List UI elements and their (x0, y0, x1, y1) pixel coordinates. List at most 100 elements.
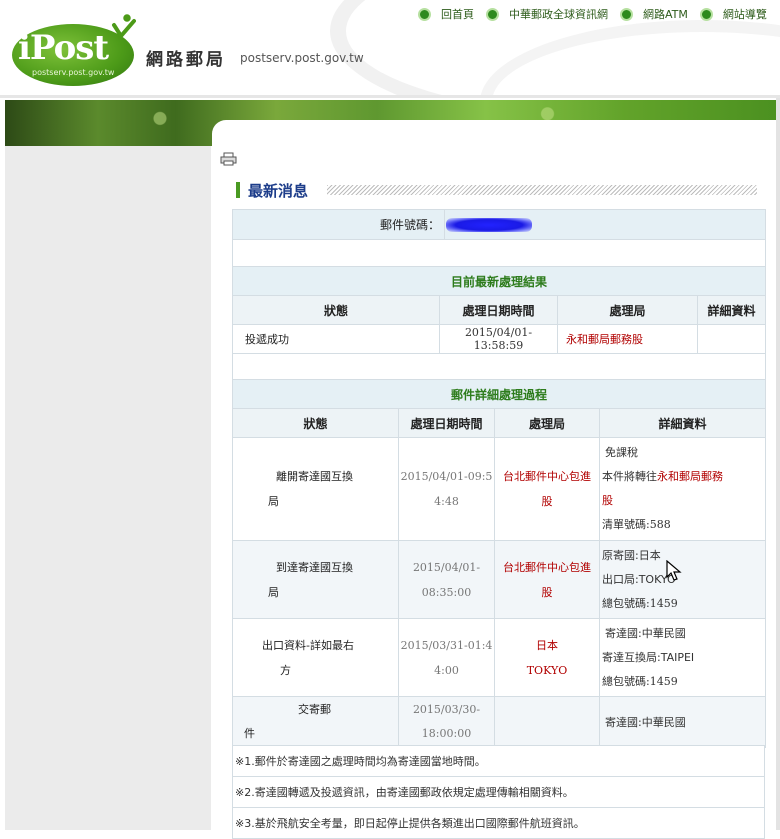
nav-chunghwa-post-link[interactable]: 中華郵政全球資訊網 (486, 6, 608, 22)
datetime-line: 4:48 (434, 495, 459, 508)
note-item: ※1.郵件於寄達國之處理時間均為寄達國當地時間。 (232, 745, 765, 777)
latest-status: 投遞成功 (232, 324, 440, 354)
nav-label: 網路ATM (643, 8, 688, 21)
history-status: 到達寄達國互換 局 (232, 540, 399, 619)
latest-col-status: 狀態 (232, 295, 440, 325)
detail-line: 本件將轉往 (602, 470, 657, 483)
detail-line: 總包號碼:1459 (602, 674, 678, 688)
top-navigation: 回首頁 中華郵政全球資訊網 網路ATM 網站導覽 (418, 6, 779, 22)
latest-result-title: 目前最新處理結果 (231, 266, 767, 296)
detail-line: 寄達國:中華民國 (605, 716, 686, 729)
history-datetime: 2015/04/01-09:5 4:48 (398, 437, 495, 541)
latest-spacer-row (231, 353, 767, 382)
history-title: 郵件詳細處理過程 (231, 379, 767, 409)
history-col-detail: 詳細資料 (598, 408, 767, 438)
section-title: 最新消息 (248, 182, 309, 200)
datetime-line: 2015/03/31-01:4 (400, 638, 493, 652)
history-status: 出口資料-詳如最右 方 (232, 618, 399, 697)
nav-sitemap-link[interactable]: 網站導覽 (699, 6, 767, 22)
print-icon[interactable] (220, 152, 238, 166)
detail-line: 寄達國:中華民國 (605, 626, 686, 640)
history-office: 台北郵件中心包進 股 (494, 540, 600, 619)
history-col-datetime: 處理日期時間 (398, 408, 495, 438)
history-datetime: 2015/04/01- 08:35:00 (398, 540, 495, 619)
site-title: 網路郵局 (146, 50, 226, 70)
status-line: 局 (268, 495, 279, 508)
nav-bullet-icon (418, 7, 431, 21)
history-detail: 免課稅 本件將轉往永和郵局郵務 股 清單號碼:588 (598, 437, 767, 541)
datetime-line: 2015/04/01- (412, 560, 481, 574)
note-item: ※2.寄達國轉遞及投遞資訊，由寄達國郵政依規定處理傳輸相關資料。 (232, 776, 765, 808)
office-line: 股 (541, 495, 553, 508)
status-line: 方 (280, 663, 291, 677)
detail-line: 原寄國:日本 (602, 548, 661, 562)
history-col-status: 狀態 (232, 408, 399, 438)
ipost-logo[interactable]: iPost postserv.post.gov.tw (12, 10, 136, 86)
history-office: 台北郵件中心包進 股 (494, 437, 600, 541)
history-status: 交寄郵 件 (232, 696, 399, 748)
table-row: 交寄郵 件 2015/03/30- 18:00:00 寄達國:中華民國 (232, 696, 767, 748)
nav-bullet-icon (699, 7, 713, 21)
office-line: TOKYO (526, 663, 568, 677)
office-line: 台北郵件中心包進 (503, 560, 591, 574)
history-office: 日本 TOKYO (494, 618, 600, 697)
datetime-line: 18:00:00 (421, 727, 472, 740)
office-line: 日本 (536, 638, 558, 652)
nav-atm-link[interactable]: 網路ATM (620, 6, 688, 22)
table-row: 投遞成功 2015/04/01-13:58:59 永和郵局郵務股 (232, 324, 767, 354)
content-top-corner (212, 120, 780, 150)
latest-datetime: 2015/04/01-13:58:59 (439, 324, 558, 354)
latest-detail (696, 324, 767, 354)
tracking-label: 郵件號碼： (232, 209, 445, 240)
note-item: ※3.基於飛航安全考量，即日起停止提供各類進出口國際郵件航班資訊。 (232, 807, 765, 839)
detail-line: 清單號碼:588 (602, 518, 671, 531)
history-office (494, 696, 600, 748)
mouse-cursor-icon (666, 560, 682, 581)
nav-home-link[interactable]: 回首頁 (418, 6, 474, 22)
nav-label: 回首頁 (441, 8, 474, 21)
detail-line: 股 (602, 494, 613, 507)
page-scrollbar[interactable] (776, 98, 780, 830)
status-line: 件 (244, 727, 255, 740)
logo-checkmark-icon (112, 12, 136, 38)
detail-line: 寄達互換局:TAIPEI (602, 650, 695, 664)
history-datetime: 2015/03/30- 18:00:00 (398, 696, 495, 748)
heading-accent-bar (236, 182, 240, 198)
history-col-office: 處理局 (494, 408, 600, 438)
datetime-line: 08:35:00 (421, 585, 472, 599)
tracking-spacer-row (232, 239, 766, 268)
status-line: 到達寄達國互換 (276, 560, 353, 574)
latest-office: 永和郵局郵務股 (557, 324, 698, 354)
latest-col-datetime: 處理日期時間 (439, 295, 558, 325)
history-status: 離開寄達國互換 局 (232, 437, 399, 541)
latest-col-office: 處理局 (557, 295, 698, 325)
office-line: 股 (541, 585, 553, 599)
status-line: 交寄郵 (298, 703, 331, 716)
table-row: 出口資料-詳如最右 方 2015/03/31-01:4 4:00 日本 TOKY… (232, 618, 767, 697)
site-domain: postserv.post.gov.tw (240, 51, 364, 65)
site-header: iPost postserv.post.gov.tw 網路郵局 postserv… (0, 0, 780, 97)
logo-word: iPost (18, 28, 109, 68)
status-line: 局 (268, 585, 279, 599)
datetime-line: 4:00 (434, 663, 459, 677)
detail-line: 總包號碼:1459 (602, 596, 678, 610)
detail-line: 出口局:TOKYO (602, 572, 676, 586)
status-line: 出口資料-詳如最右 (262, 638, 354, 652)
office-line: 台北郵件中心包進 (503, 470, 591, 483)
tracking-table: 郵件號碼： (232, 209, 766, 268)
nav-bullet-icon (486, 7, 499, 21)
header-divider (0, 95, 780, 98)
history-detail: 寄達國:中華民國 (598, 696, 767, 748)
nav-label: 中華郵政全球資訊網 (509, 8, 608, 21)
latest-col-detail: 詳細資料 (696, 295, 767, 325)
notes-table: ※1.郵件於寄達國之處理時間均為寄達國當地時間。 ※2.寄達國轉遞及投遞資訊，由… (232, 745, 765, 839)
table-row: 離開寄達國互換 局 2015/04/01-09:5 4:48 台北郵件中心包進 … (232, 437, 767, 541)
datetime-line: 2015/04/01-09:5 (400, 470, 493, 483)
section-heading: 最新消息 (236, 180, 760, 200)
redacted-tracking-number (446, 217, 532, 232)
history-detail: 原寄國:日本 出口局:TOKYO 總包號碼:1459 (598, 540, 767, 619)
nav-bullet-icon (620, 7, 633, 21)
heading-hatch-decoration (327, 185, 757, 195)
history-table: 郵件詳細處理過程 狀態 處理日期時間 處理局 詳細資料 離開寄達國互換 局 20… (231, 379, 767, 748)
logo-domain: postserv.post.gov.tw (32, 68, 115, 77)
